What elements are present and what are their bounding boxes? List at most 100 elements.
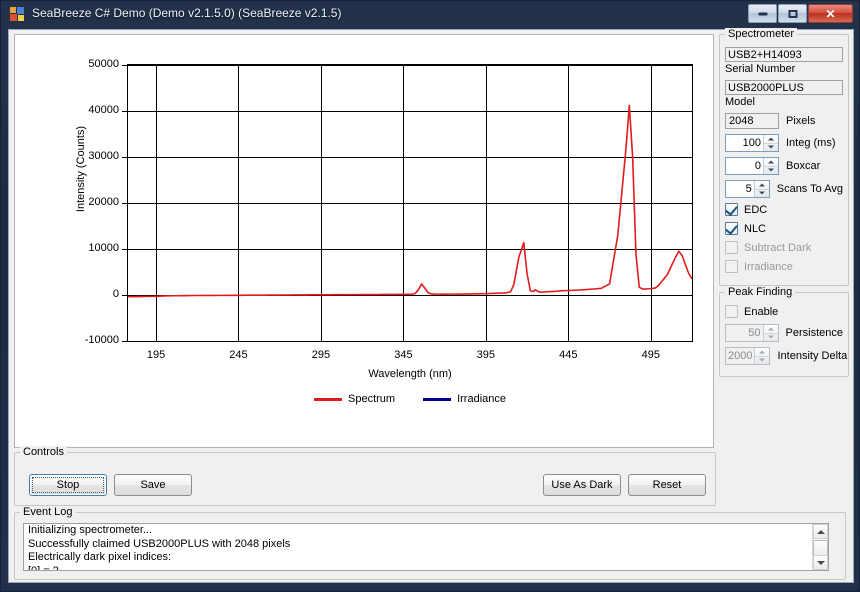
persistence-stepper[interactable]: 50 [725, 324, 779, 342]
y-tick-label: 10000 [88, 242, 119, 254]
checkbox-label: EDC [744, 203, 768, 216]
persistence-value: 50 [748, 327, 761, 339]
caret-down-icon [816, 560, 825, 565]
chevron-up-icon [768, 160, 774, 164]
controls-caption: Controls [20, 446, 67, 458]
checkbox-row-nlc[interactable]: NLC [725, 222, 843, 235]
checkbox-edc[interactable] [725, 203, 738, 216]
scans-spin-down[interactable] [755, 190, 769, 198]
x-tick-label: 495 [641, 349, 660, 361]
scroll-down-button[interactable] [813, 555, 828, 570]
legend-label: Spectrum [348, 393, 396, 405]
event-log-scrollbar[interactable] [812, 524, 828, 570]
save-button[interactable]: Save [114, 474, 192, 496]
intensity-delta-spin-down[interactable] [755, 357, 769, 365]
persistence-spin-down[interactable] [764, 334, 778, 342]
use-as-dark-button-label: Use As Dark [551, 479, 613, 491]
y-tick-label: 30000 [88, 150, 119, 162]
peak-enable-checkbox[interactable] [725, 305, 738, 318]
close-button[interactable]: ✕ [808, 4, 853, 23]
scans-spin-up[interactable] [754, 181, 769, 190]
integ-stepper[interactable]: 100 [725, 134, 779, 152]
legend-swatch [314, 397, 342, 401]
maximize-icon [788, 9, 797, 18]
legend-item: Spectrum [314, 393, 395, 405]
intensity-delta-spin-buttons[interactable] [754, 348, 770, 365]
integ-spin-down[interactable] [764, 144, 778, 152]
x-tick-label: 445 [559, 349, 578, 361]
boxcar-spin-up[interactable] [764, 158, 778, 167]
peak-enable-row[interactable]: Enable [725, 305, 843, 318]
persistence-spin-buttons[interactable] [762, 325, 778, 342]
legend-swatch [423, 397, 452, 401]
reset-button[interactable]: Reset [628, 474, 706, 496]
minimize-button[interactable] [748, 4, 777, 23]
event-log-lines: Initializing spectrometer... Successfully… [24, 524, 828, 571]
client-area: Intensity (Counts) -10000 0 10000 20000 3000… [8, 28, 854, 583]
scans-label: Scans To Avg [776, 183, 843, 195]
chevron-down-icon [768, 145, 774, 149]
checkbox-label: Irradiance [744, 260, 793, 273]
y-tick-label: 40000 [88, 104, 119, 116]
event-log-caption: Event Log [20, 506, 76, 518]
event-log-line: Initializing spectrometer... [28, 524, 153, 536]
maximize-button[interactable] [778, 4, 807, 23]
scans-value: 5 [745, 183, 752, 195]
stop-button[interactable]: Stop [29, 474, 107, 496]
intensity-delta-value: 2000 [728, 350, 753, 362]
pixels-row: 2048 Pixels [725, 113, 843, 129]
scans-row: 5 Scans To Avg [725, 180, 843, 198]
plot-area [127, 64, 693, 342]
integ-value: 100 [742, 137, 761, 149]
save-button-label: Save [140, 479, 166, 491]
x-tick-label: 345 [394, 349, 413, 361]
chevron-down-icon [759, 358, 766, 362]
boxcar-spin-down[interactable] [764, 167, 778, 175]
caret-up-icon [816, 529, 825, 534]
application-icon [10, 7, 25, 22]
persistence-row: 50 Persistence [725, 324, 843, 342]
minimize-icon [758, 12, 767, 15]
check-icon [725, 203, 738, 216]
close-icon: ✕ [825, 6, 836, 21]
chevron-down-icon [767, 335, 774, 339]
x-axis-label: Wavelength (nm) [368, 368, 452, 380]
boxcar-stepper[interactable]: 0 [725, 157, 779, 175]
checkbox-nlc[interactable] [725, 222, 738, 235]
y-tick-label: -10000 [84, 334, 119, 346]
y-axis-label: Intensity (Counts) [75, 125, 87, 213]
chevron-down-icon [758, 191, 765, 195]
checkbox-label: NLC [744, 222, 767, 235]
title-bar: SeaBreeze C# Demo (Demo v2.1.5.0) (SeaBr… [1, 1, 859, 28]
event-log-line: Electrically dark pixel indices: [28, 551, 172, 563]
y-tick-label: 50000 [88, 58, 119, 70]
spectrometer-group: Spectrometer USB2+H14093 Serial Number U… [719, 28, 849, 286]
scans-stepper[interactable]: 5 [725, 180, 770, 198]
spectrum-chart[interactable]: Intensity (Counts) -10000 0 10000 20000 3000… [14, 34, 714, 448]
chevron-up-icon [767, 327, 774, 331]
integ-spin-up[interactable] [764, 135, 778, 144]
integ-spin-buttons[interactable] [763, 135, 778, 151]
x-tick-label: 295 [311, 349, 331, 361]
chevron-up-icon [758, 183, 765, 187]
checkbox-row-irradiance: Irradiance [725, 260, 843, 273]
intensity-delta-stepper[interactable]: 2000 [725, 347, 771, 365]
intensity-delta-spin-up[interactable] [755, 348, 770, 357]
boxcar-spin-buttons[interactable] [763, 158, 778, 174]
check-icon [725, 222, 738, 235]
event-log-line: [0] = 2 [28, 564, 59, 571]
serial-number-label: Serial Number [725, 63, 796, 75]
use-as-dark-button[interactable]: Use As Dark [543, 474, 621, 496]
persistence-spin-up[interactable] [763, 325, 778, 334]
scroll-up-button[interactable] [813, 524, 828, 539]
y-tick-label: 20000 [88, 196, 119, 208]
scans-spin-buttons[interactable] [753, 181, 769, 198]
checkbox-row-edc[interactable]: EDC [725, 203, 843, 216]
pixels-label: Pixels [786, 115, 816, 127]
event-log-line: Successfully claimed USB2000PLUS with 20… [28, 537, 291, 550]
intensity-delta-row: 2000 Intensity Delta [725, 347, 847, 365]
serial-number-field: USB2+H14093 [725, 47, 843, 62]
event-log-textarea[interactable]: Initializing spectrometer... Successfully… [23, 523, 829, 571]
legend-item: Irradiance [423, 393, 506, 405]
event-log-group: Event Log Initializing spectrometer... Su… [14, 506, 846, 580]
